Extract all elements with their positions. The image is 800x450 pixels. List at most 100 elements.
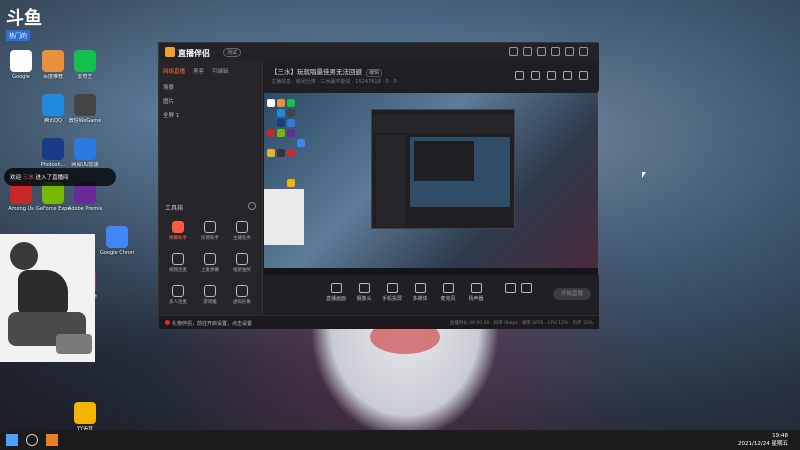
desktop-icon[interactable]: Photosh... [36,138,70,168]
desktop-icon[interactable]: Google Chrome [100,226,134,256]
go-live-button[interactable]: 开始直播 [553,288,591,300]
task-icon [236,221,248,233]
desktop-icon[interactable]: 爱奇艺 [68,50,102,80]
app-title: 直播伴侣 [165,47,210,59]
tool-button[interactable]: 虚拟形象 [227,285,257,305]
tool-button[interactable]: 主播任务 [227,221,257,241]
close-icon[interactable] [579,47,588,56]
mic-icon [442,283,454,293]
speaker-button[interactable]: 扬声器 [463,283,489,302]
taskbar-clock[interactable]: 19:48 2021/12/24 星期五 [738,432,788,448]
camera-icon [358,283,370,293]
group-icon [172,285,184,297]
status-message[interactable]: 礼物伴侣，前往开启设置，点击设置 [172,321,252,327]
app-icon [106,226,128,248]
webcam-overlay [0,234,95,362]
lock-icon[interactable] [531,71,540,80]
settings-icon[interactable] [509,47,518,56]
streaming-app-window[interactable]: 直播伴侣 测试 网络直播 黑客 可编辑 场景 图片 全屏 1 工具箱 弹幕助手 … [158,42,599,329]
preview-icon [277,119,285,127]
status-bar: 礼物伴侣，前往开启设置，点击设置 直播时长 00:00:00 · 码率 0kbp… [159,315,599,329]
tools-settings-icon[interactable] [248,202,256,210]
desktop-icon[interactable]: 微信WeGame [68,94,102,124]
preview-icon [277,149,285,157]
gift-icon[interactable] [515,71,524,80]
desktop-icon[interactable]: YY语音 [68,402,102,432]
tab-1[interactable]: 黑客 [193,67,204,75]
camera-button[interactable]: 摄像头 [351,283,377,302]
preview-icon [277,129,285,137]
tab-2[interactable]: 可编辑 [212,67,229,75]
tab-0[interactable]: 网络直播 [163,67,185,75]
welcome-toast: 欢迎 三水 进入了直播间 [4,168,116,186]
desktop-icon[interactable]: Google [4,50,38,80]
minimize-icon[interactable] [551,47,560,56]
tool-button[interactable]: 游戏推 [195,285,225,305]
gear-icon [520,283,532,293]
scene-sidebar: 网络直播 黑客 可编辑 场景 图片 全屏 1 工具箱 弹幕助手 房管助手 主播任… [159,61,263,329]
lottery-icon [236,253,248,265]
desktop-icon-area: Google 百度推荐 爱奇艺微信WeGame 腾讯QQ Photosh... Adobe… [0,0,134,432]
mail-icon[interactable] [523,47,532,56]
phone-icon [386,283,398,293]
tool-button[interactable]: 上麦弹幕 [195,253,225,273]
play-icon [414,283,426,293]
bell-icon[interactable] [563,71,572,80]
app-icon [42,138,64,160]
desktop-icon[interactable]: Among Us [4,182,38,212]
mouse-cursor [642,172,646,178]
mic-link-icon [204,253,216,265]
desktop-icon[interactable]: GeForce Experience [36,182,70,212]
preview-icon [277,99,285,107]
screen-capture-button[interactable]: 直播画面 [323,283,349,302]
stream-stats: 直播时长 00:00:00 · 码率 0kbps · 帧率 0FPS · CPU… [449,321,593,326]
stream-preview[interactable] [264,93,598,275]
share-screen-icon[interactable] [547,71,556,80]
scene-item[interactable]: 全屏 1 [163,111,179,119]
desktop-icon[interactable]: 百度推荐 [36,50,70,80]
share-icon[interactable] [579,71,588,80]
room-info: 【三水】玩就唱最佳男无法回避 编辑 主播信息 · 房间分类 · 三水最不能说 · … [263,61,599,91]
bottom-toolbar: 直播画面 摄像头 手机投屏 多媒体 麦克风 扬声器 开始直播 [263,275,599,315]
app-logo-icon [165,47,175,57]
edit-chip[interactable]: 编辑 [366,69,383,77]
media-button[interactable]: 多媒体 [407,283,433,302]
stream-settings-button[interactable] [513,283,539,295]
scene-item[interactable]: 图片 [163,97,174,105]
tool-button[interactable]: 房管助手 [195,221,225,241]
phone-cast-button[interactable]: 手机投屏 [379,283,405,302]
shirt-icon[interactable] [537,47,546,56]
desktop-icon[interactable]: 腾讯QQ [36,94,70,124]
tool-button[interactable]: 视频连麦 [163,253,193,273]
preview-icon [277,109,285,117]
sidebar-tabs: 网络直播 黑客 可编辑 [163,67,229,75]
search-icon[interactable] [26,434,38,446]
tool-button[interactable]: 多人连麦 [163,285,193,305]
scene-item[interactable]: 场景 [163,83,174,91]
maximize-icon[interactable] [565,47,574,56]
preview-icon [297,139,305,147]
preview-icon [267,99,275,107]
desktop-icon[interactable]: Adobe Premie... [68,182,102,212]
preview-taskbar [264,268,598,275]
preview-icon [287,109,295,117]
preview-icon [267,129,275,137]
mic-button[interactable]: 麦克风 [435,283,461,302]
admin-icon [204,221,216,233]
preview-icon [287,179,295,187]
desktop-icon[interactable]: 网易UU加速 [68,138,102,168]
tools-header: 工具箱 [165,205,184,212]
app-icon [74,402,96,424]
taskbar-app-icon[interactable] [46,434,58,446]
tool-button[interactable]: 弹幕助手 [163,221,193,241]
room-title[interactable]: 【三水】玩就唱最佳男无法回避 [271,68,362,76]
app-icon [74,50,96,72]
preview-icon [287,149,295,157]
window-titlebar[interactable]: 直播伴侣 测试 [159,43,599,61]
app-icon [74,138,96,160]
start-icon[interactable] [6,434,18,446]
tool-button[interactable]: 福星抽奖 [227,253,257,273]
preview-icon [267,149,275,157]
version-badge: 测试 [223,48,242,57]
video-icon [172,253,184,265]
